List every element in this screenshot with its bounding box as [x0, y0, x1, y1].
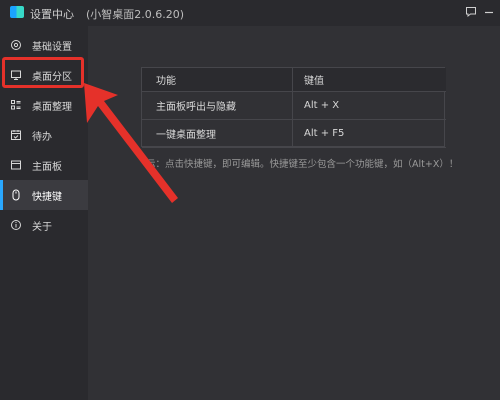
header-function: 功能	[156, 76, 176, 87]
sidebar-item-todo[interactable]: 待办	[0, 120, 88, 150]
settings-window: 设置中心 (小智桌面2.0.6.20) 基础设置 桌面分区 桌面整理 待办 主面…	[0, 0, 500, 400]
app-version: (小智桌面2.0.6.20)	[86, 8, 185, 21]
sidebar-item-main-panel[interactable]: 主面板	[0, 150, 88, 180]
table-row: 一键桌面整理 Alt + F5	[142, 120, 446, 148]
gear-icon	[8, 37, 24, 53]
app-title: 设置中心	[30, 8, 74, 21]
sidebar-item-shortcuts[interactable]: 快捷键	[0, 180, 88, 210]
sidebar-item-label: 快捷键	[32, 191, 62, 203]
sidebar-item-label: 桌面分区	[32, 71, 72, 83]
shortcut-function: 一键桌面整理	[156, 130, 216, 141]
column-divider	[292, 68, 293, 148]
info-icon	[8, 217, 24, 233]
window-icon	[8, 157, 24, 173]
app-logo-icon	[10, 6, 24, 18]
sidebar-item-label: 基础设置	[32, 41, 72, 53]
sidebar-item-label: 桌面整理	[32, 101, 72, 113]
table-header: 功能 键值	[142, 68, 446, 92]
sidebar-item-desktop-organize[interactable]: 桌面整理	[0, 90, 88, 120]
title-bar: 设置中心 (小智桌面2.0.6.20)	[0, 0, 500, 26]
mouse-icon	[8, 187, 24, 203]
calendar-check-icon	[8, 127, 24, 143]
list-icon	[8, 97, 24, 113]
sidebar-item-about[interactable]: 关于	[0, 210, 88, 240]
sidebar-item-basic-settings[interactable]: 基础设置	[0, 30, 88, 60]
sidebar: 基础设置 桌面分区 桌面整理 待办 主面板 快捷键 关于	[0, 26, 88, 400]
header-key: 键值	[304, 76, 324, 87]
sidebar-item-desktop-zones[interactable]: 桌面分区	[0, 60, 88, 90]
shortcut-table: 功能 键值 主面板呼出与隐藏 Alt + X 一键桌面整理 Alt + F5	[141, 67, 446, 148]
sidebar-item-label: 关于	[32, 221, 52, 233]
sidebar-item-label: 待办	[32, 131, 52, 143]
chat-icon[interactable]	[463, 4, 479, 20]
shortcut-function: 主面板呼出与隐藏	[156, 102, 236, 113]
table-row: 主面板呼出与隐藏 Alt + X	[142, 92, 446, 120]
shortcut-key[interactable]: Alt + X	[304, 92, 339, 119]
minimize-icon[interactable]	[481, 4, 497, 20]
tip-text: 示：点击快捷键，即可编辑。快捷键至少包含一个功能键，如（Alt+X）！	[146, 159, 459, 170]
sidebar-item-label: 主面板	[32, 161, 62, 173]
shortcut-key[interactable]: Alt + F5	[304, 120, 344, 147]
monitor-icon	[8, 67, 24, 83]
